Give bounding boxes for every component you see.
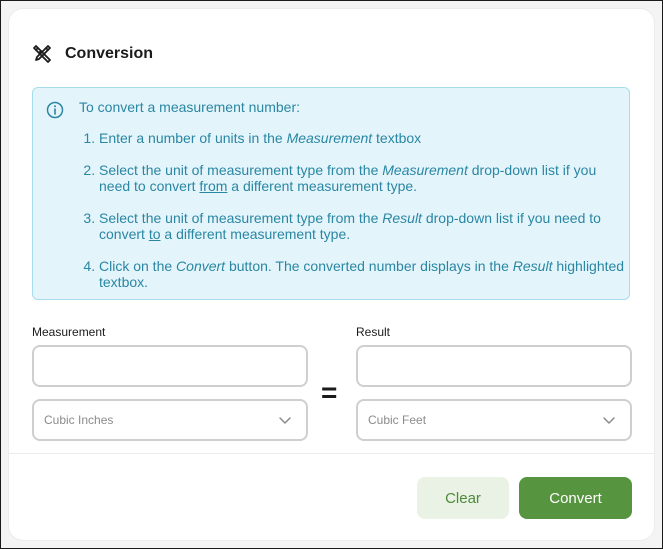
- equals-sign: =: [321, 377, 338, 408]
- info-icon: [46, 101, 64, 119]
- measurement-label: Measurement: [32, 325, 106, 339]
- instruction-step: Select the unit of measurement type from…: [99, 210, 627, 242]
- instruction-step: Select the unit of measurement type from…: [99, 162, 627, 194]
- result-unit-select[interactable]: Cubic Feet: [356, 399, 632, 441]
- dialog-title: Conversion: [65, 45, 154, 62]
- measurement-unit-value: Cubic Inches: [44, 413, 114, 427]
- footer-divider: [9, 453, 654, 454]
- result-label: Result: [356, 325, 391, 339]
- chevron-down-icon: [278, 413, 292, 427]
- measurement-input[interactable]: [32, 345, 308, 387]
- convert-button[interactable]: Convert: [519, 477, 632, 519]
- tools-icon: [31, 43, 53, 65]
- instruction-step: Click on the Convert button. The convert…: [99, 258, 627, 290]
- measurement-unit-select[interactable]: Cubic Inches: [32, 399, 308, 441]
- instruction-step: Enter a number of units in the Measureme…: [99, 130, 627, 146]
- instructions-intro: To convert a measurement number:: [79, 99, 300, 115]
- result-input[interactable]: [356, 345, 632, 387]
- dialog-header: Conversion: [31, 43, 153, 65]
- clear-button[interactable]: Clear: [417, 477, 509, 519]
- conversion-dialog: Conversion To convert a measurement numb…: [9, 9, 654, 540]
- window-frame: Conversion To convert a measurement numb…: [0, 0, 663, 549]
- chevron-down-icon: [602, 413, 616, 427]
- result-unit-value: Cubic Feet: [368, 413, 427, 427]
- instructions-panel: To convert a measurement number: Enter a…: [32, 87, 630, 300]
- instructions-list: Enter a number of units in the Measureme…: [79, 130, 627, 290]
